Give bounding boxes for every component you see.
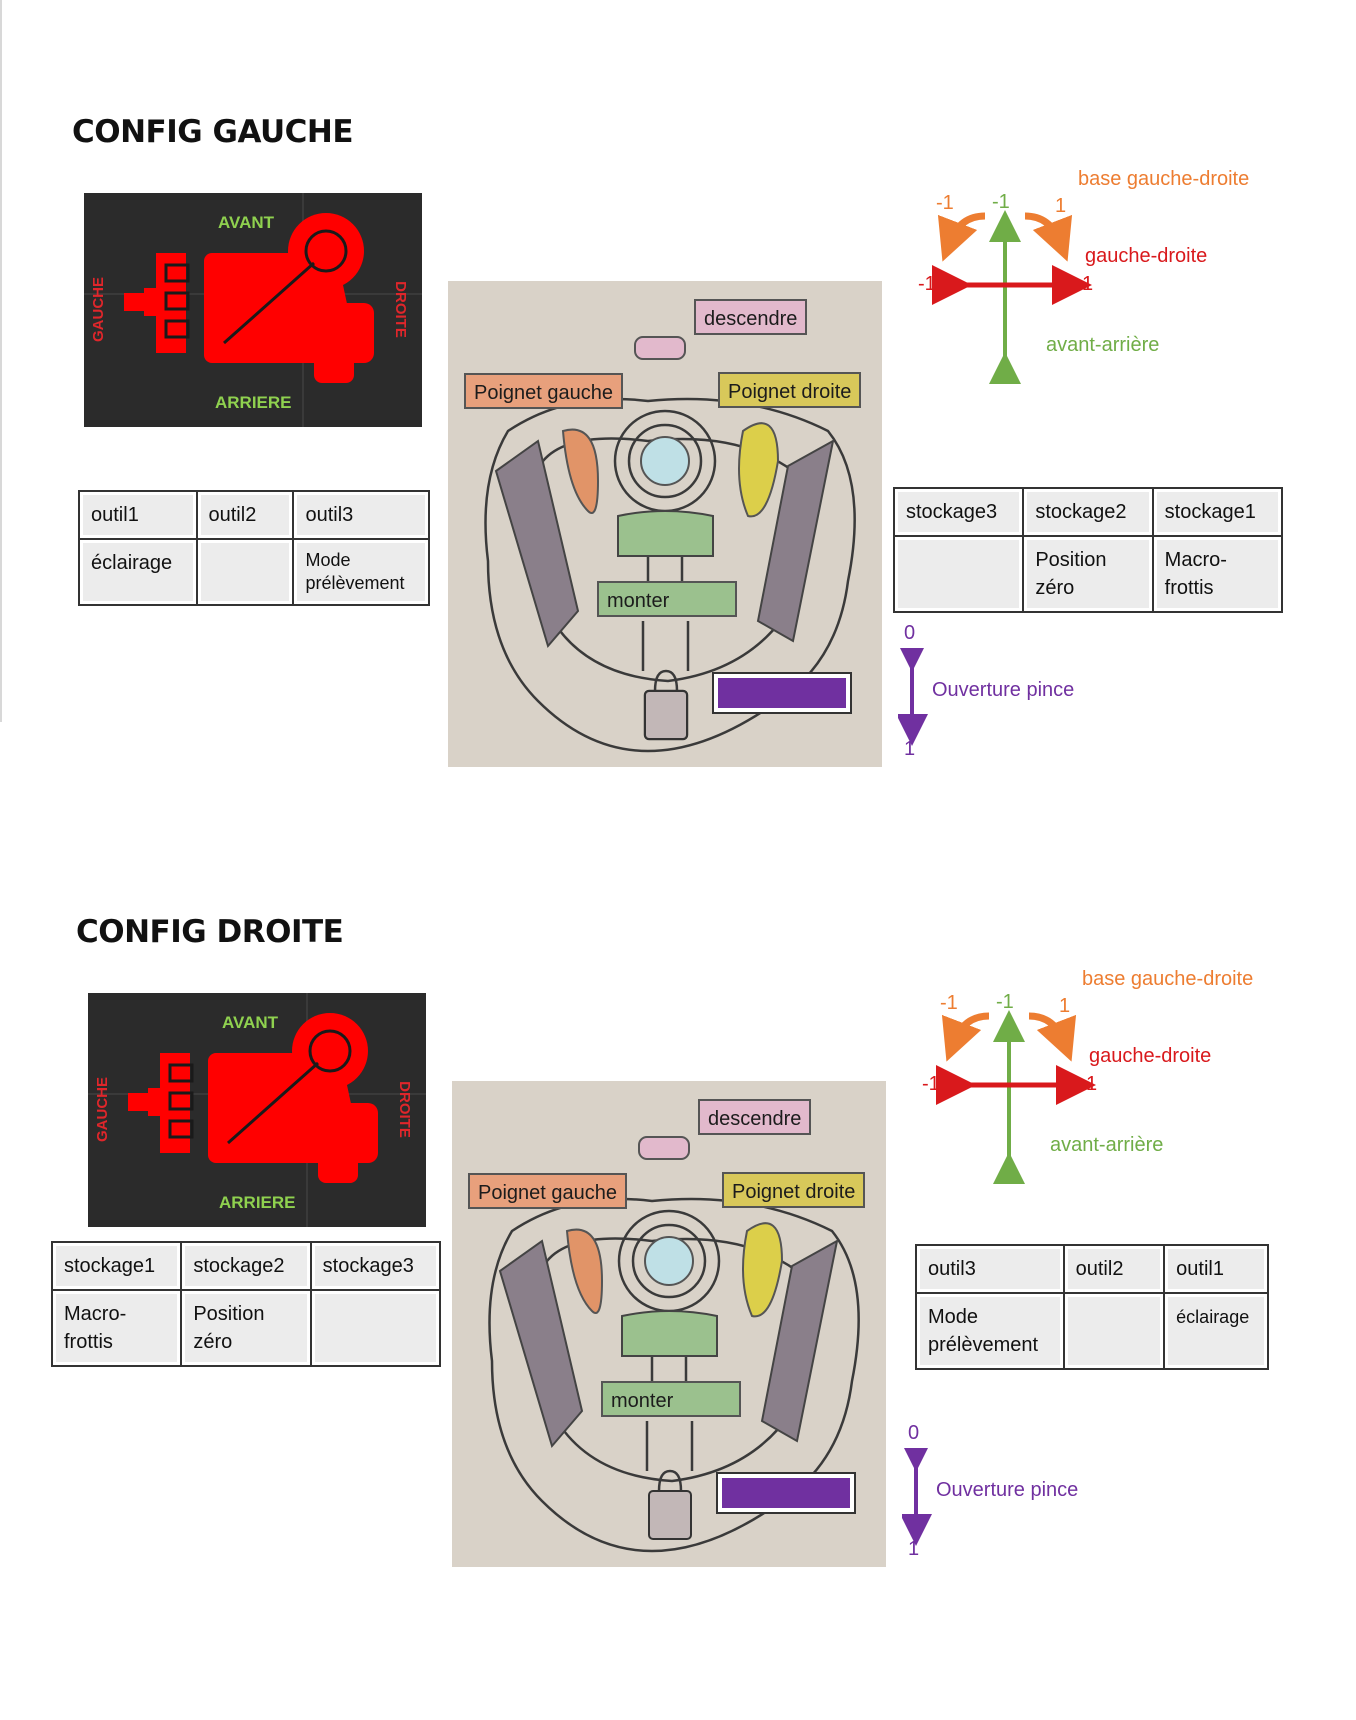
table-row: éclairage Mode prélèvement — [78, 538, 430, 606]
table-row: outil1 outil2 outil3 — [78, 490, 430, 540]
axes-diagram: base gauche-droite -1 1 -1 1 gauche-droi… — [904, 964, 1284, 1184]
machine-label-arriere: ARRIERE — [219, 1193, 296, 1212]
table-cell: stockage1 — [56, 1246, 178, 1286]
table-cell: éclairage — [1168, 1297, 1264, 1365]
pince-indicator: 0 1 Ouverture pince — [898, 622, 1118, 760]
machine-label-gauche: GAUCHE — [94, 1076, 112, 1143]
table-row: stockage1 stockage2 stockage3 — [50, 1241, 442, 1291]
machine-label-droite: DROITE — [391, 281, 409, 338]
button-table-right: outil3 outil2 outil1 Mode prélèvement éc… — [915, 1244, 1269, 1370]
table-cell: Position zéro — [1027, 540, 1149, 608]
table-cell: outil3 — [297, 495, 425, 535]
label-poignet-droite: Poignet droite — [718, 372, 862, 408]
table-cell — [314, 1294, 436, 1362]
axis-green-top: -1 — [996, 991, 1014, 1013]
pince-bottom: 1 — [904, 738, 916, 760]
pince-indicator: 0 1 Ouverture pince — [902, 1422, 1122, 1560]
config-droite-section: CONFIG DROITE AVANT ARRIERE GAUCHE DROIT… — [0, 794, 1356, 1594]
machine-label-avant: AVANT — [218, 213, 275, 232]
table-cell — [1067, 1297, 1161, 1365]
axis-base-neg: -1 — [940, 992, 958, 1014]
axis-gd-neg: -1 — [922, 1073, 940, 1095]
label-descendre: descendre — [694, 299, 808, 335]
pince-top: 0 — [904, 622, 916, 644]
axis-base-pos: 1 — [1059, 995, 1071, 1017]
table-cell: stockage2 — [185, 1246, 307, 1286]
pince-label: Ouverture pince — [936, 1479, 1079, 1501]
machine-label-arriere: ARRIERE — [215, 393, 292, 412]
joystick-photo: descendre Poignet gauche Poignet droite … — [452, 1081, 886, 1567]
table-cell: outil1 — [1168, 1249, 1264, 1289]
table-cell: outil1 — [83, 495, 193, 535]
axis-gd-neg: -1 — [918, 273, 936, 295]
label-monter: monter — [597, 581, 737, 617]
joystick-photo: descendre Poignet gauche Poignet droite … — [448, 281, 882, 767]
table-cell: éclairage — [83, 543, 193, 601]
table-cell: Macro-frottis — [56, 1294, 178, 1362]
axis-green-bottom: 1 — [1003, 1161, 1015, 1183]
axis-aa-label: avant-arrière — [1050, 1134, 1164, 1156]
table-row: Mode prélèvement éclairage — [915, 1292, 1269, 1370]
machine-image: AVANT ARRIERE GAUCHE DROITE — [84, 193, 422, 427]
axis-base-neg: -1 — [936, 192, 954, 214]
label-descendre: descendre — [698, 1099, 812, 1135]
axis-gd-label: gauche-droite — [1085, 245, 1208, 267]
section-title: CONFIG DROITE — [76, 914, 344, 950]
table-cell: stockage1 — [1156, 492, 1278, 532]
axes-diagram: base gauche-droite -1 1 -1 1 gauche-droi… — [900, 164, 1280, 384]
pince-bottom: 1 — [908, 1538, 920, 1560]
axis-base-label: base gauche-droite — [1082, 968, 1254, 990]
joystick-drawing — [484, 336, 856, 753]
table-cell: Mode prélèvement — [920, 1297, 1060, 1365]
table-cell: stockage3 — [314, 1246, 436, 1286]
axis-green-bottom: 1 — [999, 361, 1011, 383]
table-cell — [200, 543, 290, 601]
button-table-left: outil1 outil2 outil3 éclairage Mode prél… — [78, 490, 430, 606]
table-cell — [898, 540, 1020, 608]
axis-gd-pos: 1 — [1082, 273, 1094, 295]
table-cell: stockage2 — [1027, 492, 1149, 532]
joystick-drawing — [488, 1136, 860, 1553]
machine-label-gauche: GAUCHE — [90, 276, 108, 343]
section-title: CONFIG GAUCHE — [72, 114, 354, 150]
pince-label: Ouverture pince — [932, 679, 1075, 701]
table-row: outil3 outil2 outil1 — [915, 1244, 1269, 1294]
axis-base-label: base gauche-droite — [1078, 168, 1250, 190]
axis-base-pos: 1 — [1055, 195, 1067, 217]
label-poignet-gauche: Poignet gauche — [464, 373, 624, 409]
pince-top: 0 — [908, 1422, 920, 1444]
button-table-left: stockage1 stockage2 stockage3 Macro-frot… — [50, 1241, 442, 1367]
table-row: Macro-frottis Position zéro — [50, 1289, 442, 1367]
axis-green-top: -1 — [992, 191, 1010, 213]
table-cell: stockage3 — [898, 492, 1020, 532]
table-cell: outil2 — [200, 495, 290, 535]
axis-aa-label: avant-arrière — [1046, 334, 1160, 356]
config-gauche-section: CONFIG GAUCHE AVANT ARRIERE GAUCHE DROIT… — [0, 0, 1356, 800]
machine-label-droite: DROITE — [395, 1081, 413, 1138]
table-row: stockage3 stockage2 stockage1 — [892, 487, 1284, 537]
table-cell: outil3 — [920, 1249, 1060, 1289]
table-cell: Macro-frottis — [1156, 540, 1278, 608]
button-table-right: stockage3 stockage2 stockage1 Position z… — [892, 487, 1284, 613]
label-poignet-droite: Poignet droite — [722, 1172, 866, 1208]
label-monter: monter — [601, 1381, 741, 1417]
machine-image: AVANT ARRIERE GAUCHE DROITE — [88, 993, 426, 1227]
axis-gd-label: gauche-droite — [1089, 1045, 1212, 1067]
table-cell: Mode prélèvement — [297, 543, 425, 601]
label-poignet-gauche: Poignet gauche — [468, 1173, 628, 1209]
table-cell: Position zéro — [185, 1294, 307, 1362]
table-row: Position zéro Macro-frottis — [892, 535, 1284, 613]
machine-label-avant: AVANT — [222, 1013, 279, 1032]
axis-gd-pos: 1 — [1086, 1073, 1098, 1095]
table-cell: outil2 — [1067, 1249, 1161, 1289]
